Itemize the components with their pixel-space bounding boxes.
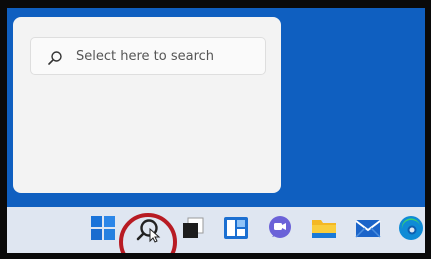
widgets-icon[interactable] xyxy=(223,215,249,241)
windows-start-icon[interactable] xyxy=(90,215,116,241)
taskbar xyxy=(7,207,425,253)
search-panel: Select here to search xyxy=(13,17,281,193)
edge-icon[interactable] xyxy=(398,215,424,241)
screenshot-frame: Select here to search xyxy=(0,0,431,259)
search-icon xyxy=(47,50,63,66)
chat-icon[interactable] xyxy=(267,215,293,241)
mail-icon[interactable] xyxy=(355,215,381,241)
search-placeholder: Select here to search xyxy=(76,49,215,64)
desktop: Select here to search xyxy=(7,8,425,253)
search-input[interactable]: Select here to search xyxy=(30,37,266,75)
file-explorer-icon[interactable] xyxy=(311,215,337,241)
highlight-ring xyxy=(119,213,177,253)
task-view-icon[interactable] xyxy=(180,215,206,241)
